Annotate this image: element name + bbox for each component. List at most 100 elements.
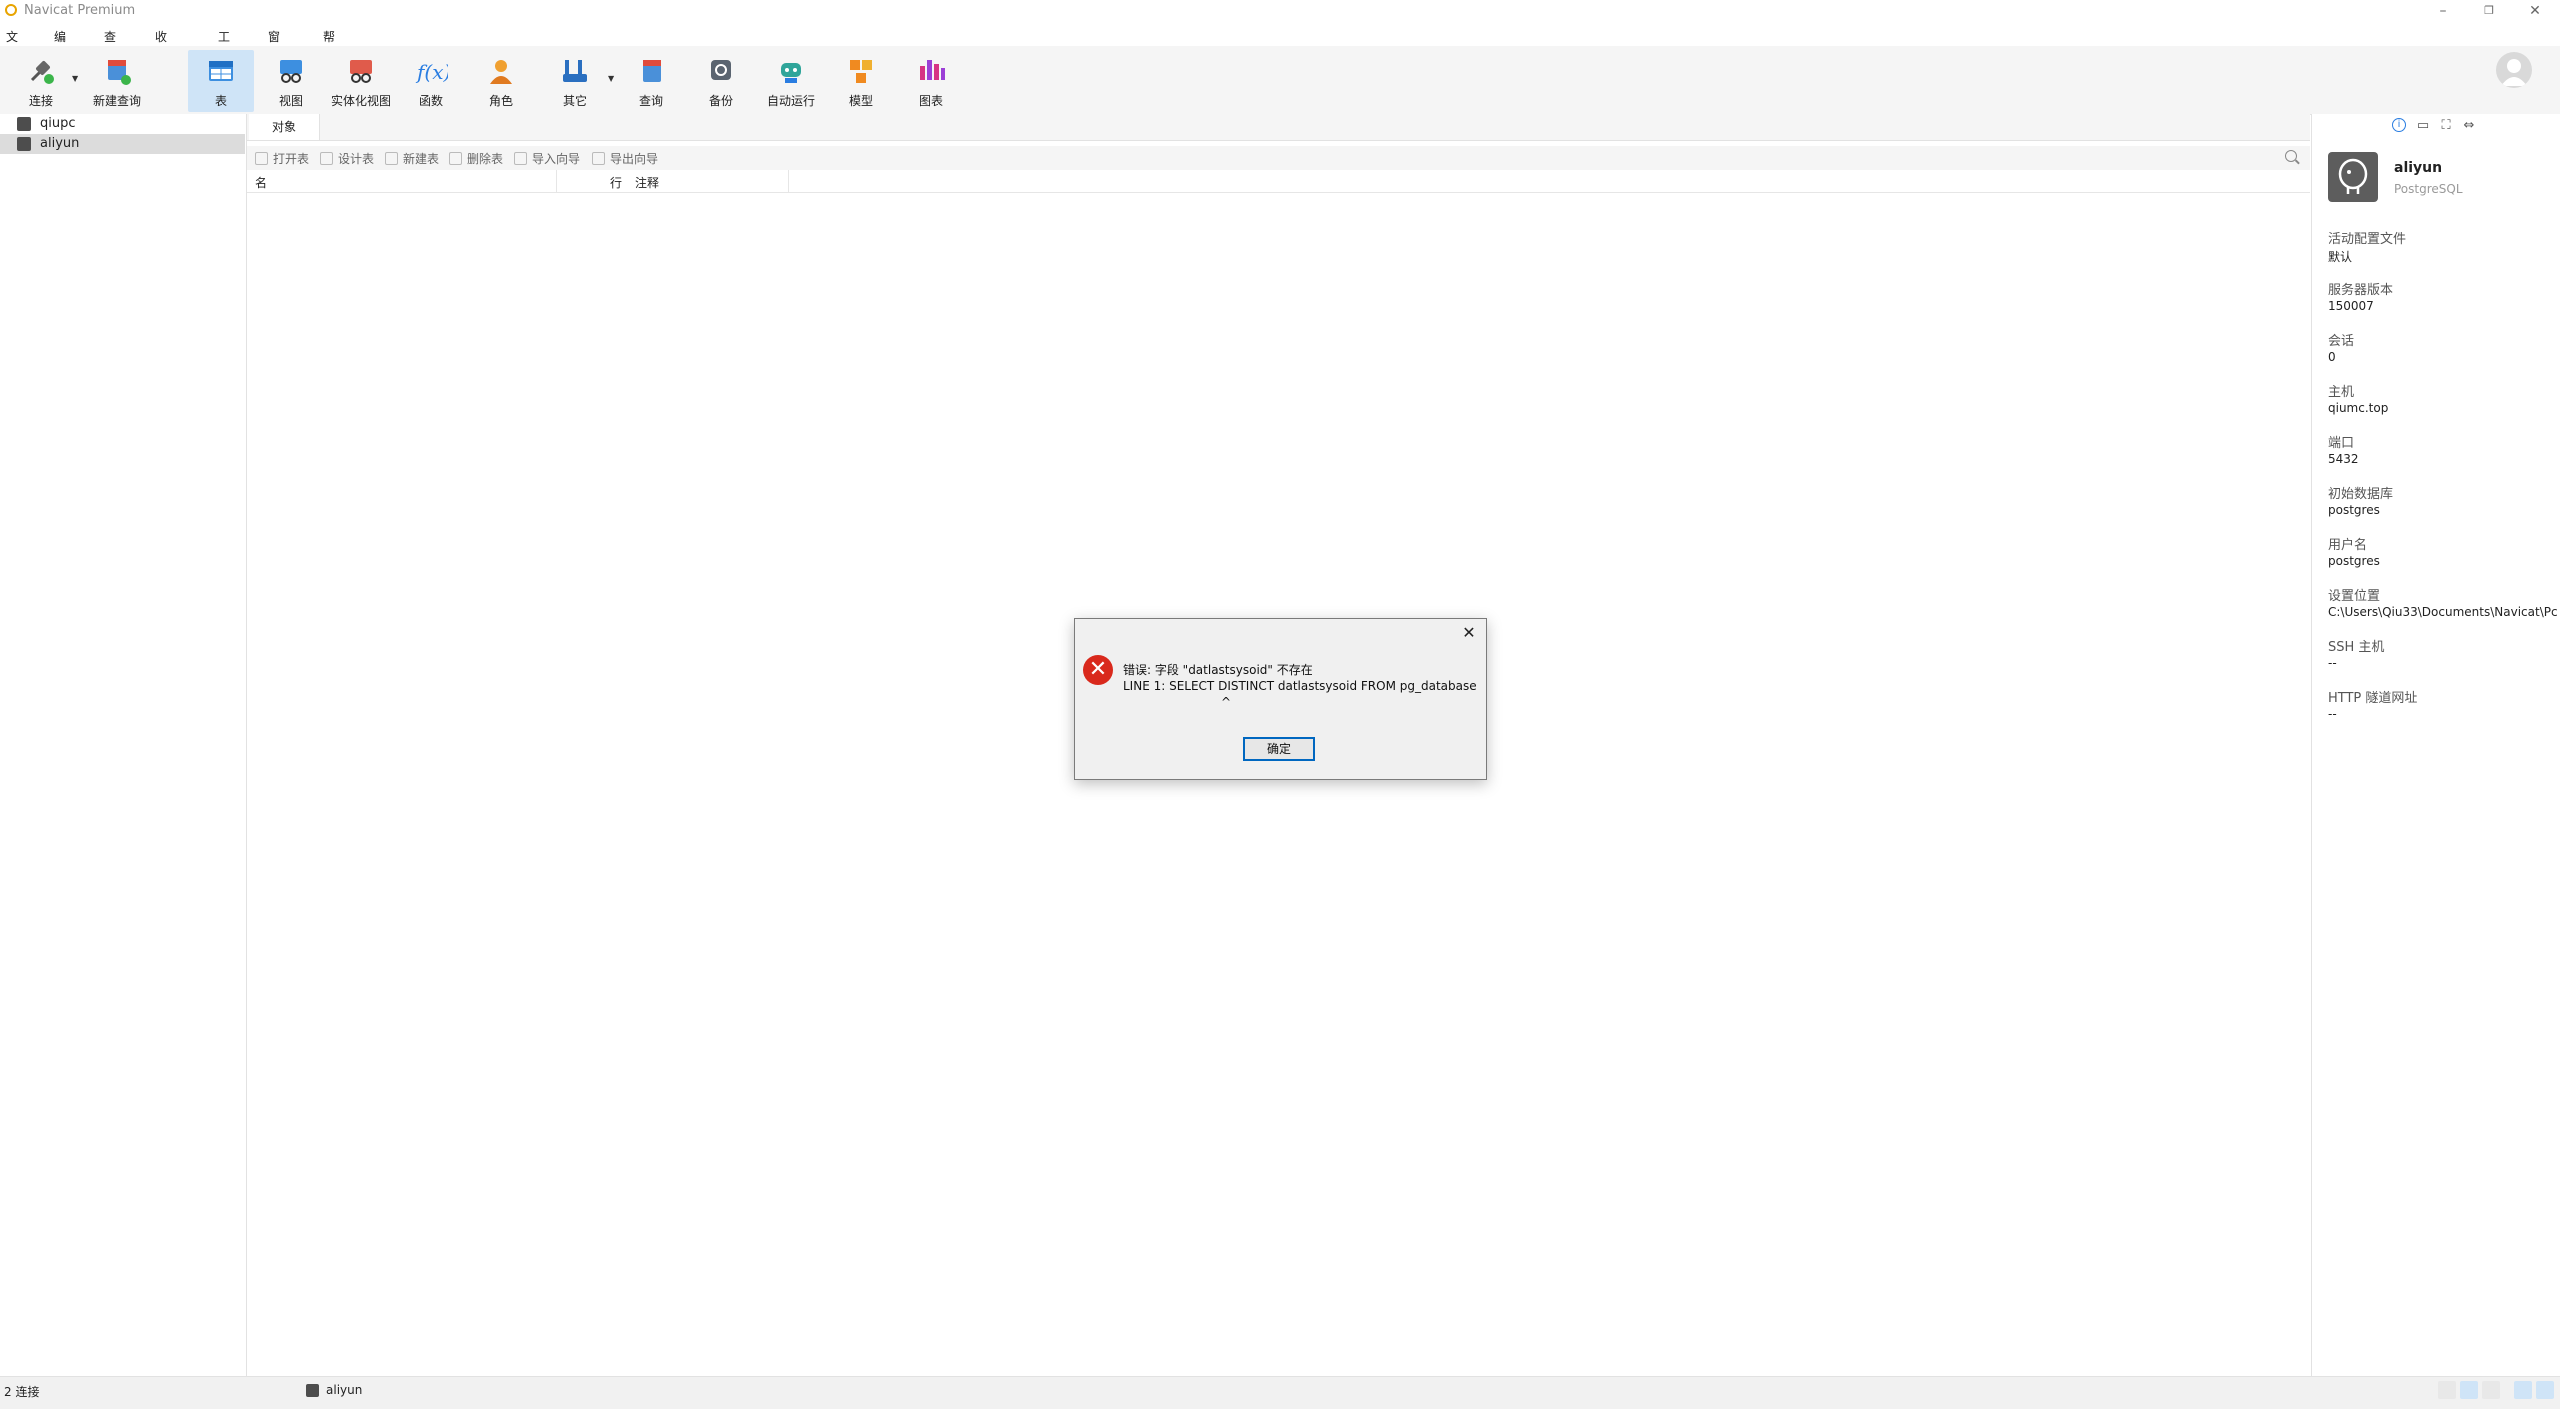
prop-label: 初始数据库: [2328, 487, 2394, 502]
close-icon[interactable]: ✕: [1458, 622, 1480, 644]
model-icon: [844, 54, 878, 88]
prop-value: qiumc.top: [2328, 401, 2389, 415]
user-role-icon: [484, 54, 518, 88]
column-comment[interactable]: 注释: [635, 174, 659, 191]
connection-count: 2 连接: [4, 1385, 40, 1399]
error-dialog: ✕ ✕ 错误: 字段 "datlastsysoid" 不存在 LINE 1: S…: [1074, 618, 1487, 780]
prop-value: postgres: [2328, 554, 2380, 568]
object-list-header: 名 行 注释: [247, 170, 2310, 193]
connection-icon: [17, 117, 31, 131]
grid-view-icon[interactable]: [2438, 1381, 2456, 1399]
view-icon: [274, 54, 308, 88]
query-button[interactable]: 查询: [618, 50, 684, 112]
error-message: 错误: 字段 "datlastsysoid" 不存在: [1123, 663, 1313, 677]
prop-value: --: [2328, 656, 2337, 670]
table-icon: [204, 54, 238, 88]
current-connection: aliyun: [326, 1383, 363, 1397]
table-button[interactable]: 表: [188, 50, 254, 112]
svg-text:f(x): f(x): [415, 60, 448, 84]
ddl-icon[interactable]: ▭: [2415, 118, 2431, 134]
prop-value: 默认: [2328, 250, 2353, 264]
import-icon: [514, 152, 527, 165]
prop-value: --: [2328, 707, 2337, 721]
new-query-icon: [100, 54, 134, 88]
postgresql-logo-icon: [2328, 152, 2378, 202]
export-icon: [592, 152, 605, 165]
user-avatar[interactable]: [2496, 52, 2532, 88]
import-wizard-button[interactable]: 导入向导: [514, 150, 580, 167]
prop-value: postgres: [2328, 503, 2380, 517]
prop-label: SSH 主机: [2328, 640, 2385, 655]
prop-label: HTTP 隧道网址: [2328, 691, 2418, 706]
export-wizard-button[interactable]: 导出向导: [592, 150, 658, 167]
model-button[interactable]: 模型: [828, 50, 894, 112]
navicat-logo-icon: [5, 4, 17, 16]
tab-objects[interactable]: 对象: [249, 114, 320, 140]
view-button[interactable]: 视图: [258, 50, 324, 112]
error-detail: LINE 1: SELECT DISTINCT datlastsysoid FR…: [1123, 679, 1477, 693]
function-button[interactable]: f(x) 函数: [398, 50, 464, 112]
tree-item-aliyun[interactable]: aliyun: [0, 134, 245, 154]
materialized-view-icon: [344, 54, 378, 88]
plug-icon: [24, 54, 58, 88]
restore-icon[interactable]: ❐: [2466, 0, 2512, 22]
delete-table-icon: [449, 152, 462, 165]
new-query-button[interactable]: 新建查询: [84, 50, 150, 112]
prop-value: 0: [2328, 350, 2336, 364]
other-button[interactable]: 其它: [542, 50, 608, 112]
connection-icon: [306, 1384, 319, 1397]
status-bar: 2 连接 aliyun: [0, 1376, 2560, 1409]
prop-label: 主机: [2328, 385, 2355, 400]
automation-button[interactable]: 自动运行: [758, 50, 824, 112]
open-table-button[interactable]: 打开表: [255, 150, 309, 167]
info-panel: i ▭ ⛶ ⇔ aliyun PostgreSQL 活动配置文件 默认 服务器版…: [2311, 114, 2560, 1376]
tree-item-qiupc[interactable]: qiupc: [0, 114, 245, 134]
error-caret: ^: [1221, 695, 1232, 709]
robot-icon: [774, 54, 808, 88]
open-table-icon: [255, 152, 268, 165]
ok-button[interactable]: 确定: [1243, 737, 1315, 761]
search-icon[interactable]: [2285, 150, 2297, 162]
query-icon: [634, 54, 668, 88]
function-icon: f(x): [414, 54, 451, 88]
new-table-icon: [385, 152, 398, 165]
design-table-icon: [320, 152, 333, 165]
list-view-icon[interactable]: [2460, 1381, 2478, 1399]
new-table-button[interactable]: 新建表: [385, 150, 439, 167]
delete-table-button[interactable]: 删除表: [449, 150, 503, 167]
chart-button[interactable]: 图表: [898, 50, 964, 112]
prop-label: 活动配置文件: [2328, 232, 2407, 247]
prop-label: 设置位置: [2328, 589, 2381, 604]
connection-tree: qiupc aliyun: [0, 114, 247, 1376]
backup-button[interactable]: 备份: [688, 50, 754, 112]
role-button[interactable]: 角色: [468, 50, 534, 112]
title-bar: Navicat Premium – ❐ ✕: [0, 0, 2560, 22]
prop-value: 150007: [2328, 299, 2374, 313]
postgresql-connection-icon: [17, 137, 31, 151]
er-diagram-icon[interactable]: ⛶: [2438, 118, 2454, 134]
other-dropdown-icon[interactable]: ▼: [608, 74, 614, 83]
column-name[interactable]: 名: [255, 174, 267, 191]
connection-type: PostgreSQL: [2394, 182, 2463, 196]
error-icon: ✕: [1083, 655, 1113, 685]
panel-layout-icon[interactable]: ⇔: [2461, 118, 2477, 134]
window-title: Navicat Premium: [24, 3, 136, 18]
column-rows[interactable]: 行: [610, 174, 622, 191]
prop-label: 会话: [2328, 334, 2355, 349]
backup-icon: [704, 54, 738, 88]
prop-label: 端口: [2328, 436, 2355, 451]
prop-label: 服务器版本: [2328, 283, 2394, 298]
connect-button[interactable]: 连接: [8, 50, 74, 112]
prop-value: 5432: [2328, 452, 2359, 466]
object-tab-bar: 对象: [247, 114, 2310, 141]
materialized-view-button[interactable]: 实体化视图: [326, 50, 396, 112]
toggle-info-icon[interactable]: [2536, 1381, 2554, 1399]
minimize-icon[interactable]: –: [2420, 0, 2466, 22]
detail-view-icon[interactable]: [2482, 1381, 2500, 1399]
design-table-button[interactable]: 设计表: [320, 150, 374, 167]
toggle-tree-icon[interactable]: [2514, 1381, 2532, 1399]
connect-dropdown-icon[interactable]: ▼: [72, 74, 78, 83]
close-window-icon[interactable]: ✕: [2512, 0, 2558, 22]
chart-icon: [914, 54, 948, 88]
info-icon[interactable]: i: [2392, 118, 2406, 132]
